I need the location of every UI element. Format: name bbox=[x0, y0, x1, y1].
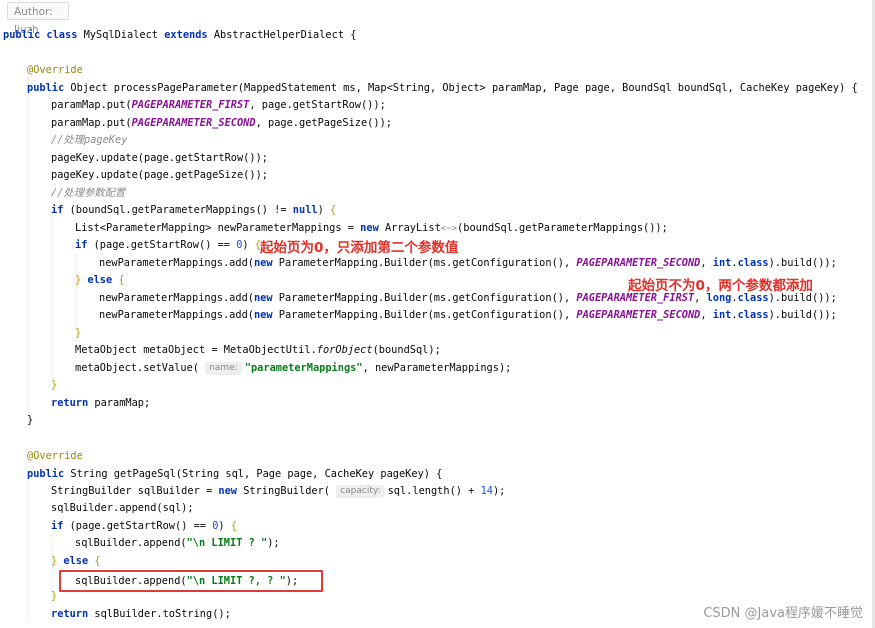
code-line: newParameterMappings.add(new ParameterMa… bbox=[99, 309, 837, 321]
indent-guide bbox=[52, 218, 53, 383]
code-line: @Override bbox=[27, 64, 83, 76]
code-line: //处理pageKey bbox=[51, 134, 128, 146]
code-line: StringBuilder sqlBuilder = new StringBui… bbox=[51, 485, 506, 498]
code-line: if (boundSql.getParameterMappings() != n… bbox=[51, 204, 337, 216]
code-line: if (page.getStartRow() == 0) { bbox=[51, 520, 238, 532]
code-line: } else { bbox=[51, 555, 101, 567]
highlight-box bbox=[59, 570, 323, 592]
code-line: paramMap.put(PAGEPARAMETER_SECOND, page.… bbox=[51, 117, 392, 129]
author-hint: Author: liuzh bbox=[7, 2, 69, 36]
code-line: sqlBuilder.append(sql); bbox=[51, 502, 194, 514]
code-line: metaObject.setValue( name: "parameterMapp… bbox=[75, 362, 512, 375]
code-line: MetaObject metaObject = MetaObjectUtil.f… bbox=[75, 344, 441, 356]
annotation-start-row-nonzero: 起始页不为0，两个参数都添加 bbox=[628, 278, 813, 294]
code-line: public class MySqlDialect extends Abstra… bbox=[3, 29, 357, 41]
indent-guide bbox=[28, 78, 29, 418]
parameter-hint: capacity: bbox=[336, 485, 385, 498]
code-line: newParameterMappings.add(new ParameterMa… bbox=[99, 257, 837, 269]
code-line: } bbox=[51, 379, 58, 391]
code-line: //处理参数配置 bbox=[51, 187, 126, 199]
parameter-hint: name: bbox=[205, 362, 242, 375]
code-line: public String getPageSql(String sql, Pag… bbox=[27, 468, 443, 480]
code-line: return paramMap; bbox=[51, 397, 151, 409]
code-line: } bbox=[75, 327, 82, 339]
code-line: @Override bbox=[27, 450, 83, 462]
code-line: List<ParameterMapping> newParameterMappi… bbox=[75, 222, 668, 234]
code-line: } bbox=[27, 414, 34, 426]
code-line: pageKey.update(page.getStartRow()); bbox=[51, 152, 268, 164]
watermark: CSDN @Java程序媛不睡觉 bbox=[703, 606, 863, 621]
code-line: if (page.getStartRow() == 0) { bbox=[75, 239, 262, 251]
code-editor: Author: liuzh public class MySqlDialect … bbox=[0, 0, 875, 628]
indent-guide bbox=[76, 254, 77, 336]
code-line: return sqlBuilder.toString(); bbox=[51, 608, 231, 620]
code-line: public Object processPageParameter(Mappe… bbox=[27, 82, 858, 94]
code-line: pageKey.update(page.getPageSize()); bbox=[51, 169, 268, 181]
annotation-start-row-zero: 起始页为0，只添加第二个参数值 bbox=[260, 240, 459, 256]
code-line: } bbox=[51, 590, 58, 602]
code-line: paramMap.put(PAGEPARAMETER_FIRST, page.g… bbox=[51, 99, 386, 111]
indent-guide bbox=[28, 482, 29, 622]
code-line: sqlBuilder.append("\n LIMIT ? "); bbox=[75, 537, 280, 549]
code-line: } else { bbox=[75, 274, 125, 286]
